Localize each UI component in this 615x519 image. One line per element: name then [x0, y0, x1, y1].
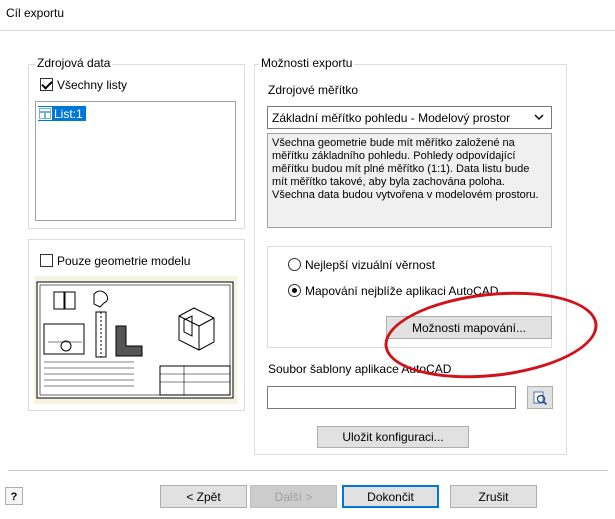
back-button[interactable]: < Zpět [160, 485, 247, 508]
browse-template-button[interactable] [527, 386, 553, 409]
sheet-icon [38, 107, 52, 120]
sheets-listbox[interactable]: List:1 [35, 101, 236, 221]
window-title: Cíl exportu [6, 6, 65, 20]
save-config-button[interactable]: Uložit konfiguraci... [317, 426, 469, 448]
drawing-thumbnail-icon [36, 281, 234, 399]
template-input[interactable] [267, 386, 516, 409]
best-visual-radio[interactable] [288, 258, 301, 271]
drawing-preview [34, 276, 237, 404]
scale-select-value: Základní měřítko pohledu - Modelový pros… [272, 110, 511, 125]
chevron-down-icon [534, 114, 544, 120]
model-only-checkbox[interactable] [40, 254, 53, 267]
mapping-options-button[interactable]: Možnosti mapování... [386, 316, 552, 339]
browse-folder-icon [533, 391, 548, 405]
next-button[interactable]: Další > [250, 485, 337, 508]
best-visual-label: Nejlepší vizuální věrnost [305, 258, 436, 272]
help-icon: ? [11, 491, 18, 502]
all-sheets-label: Všechny listy [57, 78, 128, 92]
svg-text:?: ? [11, 491, 18, 502]
finish-button[interactable]: Dokončit [342, 485, 439, 508]
title-separator [0, 30, 615, 31]
sheet-label: List:1 [54, 106, 83, 121]
closest-mapping-radio[interactable] [288, 284, 301, 297]
all-sheets-checkbox[interactable] [40, 78, 53, 91]
export-options-legend: Možnosti exportu [259, 56, 355, 70]
help-button[interactable]: ? [5, 487, 23, 505]
footer-separator [8, 470, 608, 471]
template-label: Soubor šablony aplikace AutoCAD [268, 362, 452, 376]
cancel-button[interactable]: Zrušit [450, 485, 537, 508]
closest-mapping-label: Mapování nejblíže aplikaci AutoCAD [305, 284, 499, 298]
scale-description: Všechna geometrie bude mít měřítko založ… [267, 133, 552, 228]
scale-label: Zdrojové měřítko [268, 83, 359, 97]
list-item[interactable]: List:1 [38, 106, 86, 121]
source-data-legend: Zdrojová data [35, 56, 113, 70]
scale-select[interactable]: Základní měřítko pohledu - Modelový pros… [267, 106, 552, 129]
model-only-label: Pouze geometrie modelu [57, 254, 191, 268]
